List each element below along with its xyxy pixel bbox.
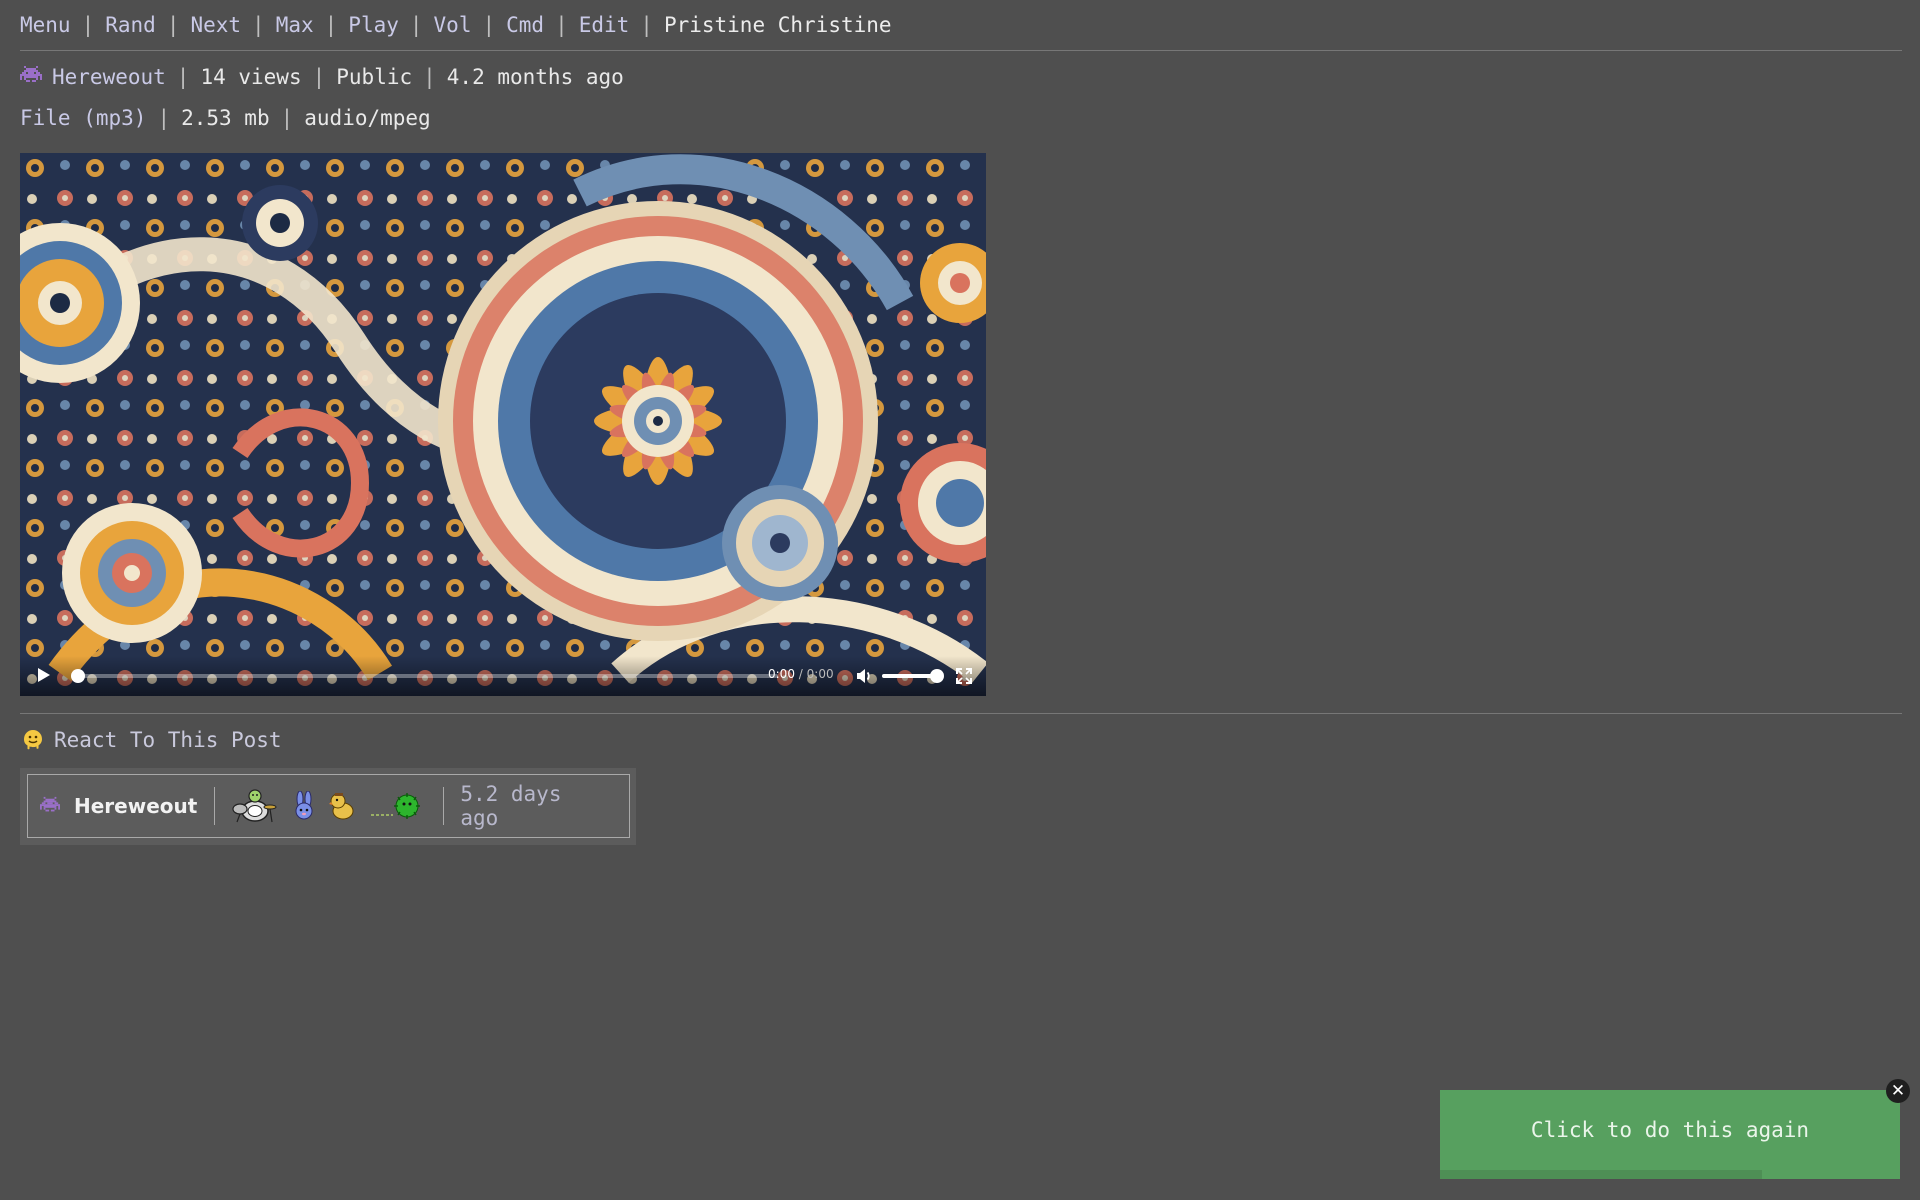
cover-art-image bbox=[20, 153, 986, 696]
alien-monster-icon bbox=[20, 66, 42, 82]
melting-face-icon bbox=[24, 730, 42, 750]
top-nav: Menu | Rand | Next | Max | Play | Vol | Cmd | Edit | Pri… bbox=[20, 13, 892, 37]
duck-sticker-icon[interactable] bbox=[329, 791, 355, 821]
reaction-username: Hereweout bbox=[74, 794, 198, 818]
nav-vol-link[interactable]: Vol bbox=[434, 13, 472, 37]
drum-kit-sticker-icon[interactable] bbox=[231, 789, 279, 823]
seek-thumb[interactable] bbox=[71, 669, 85, 683]
file-info: File (mp3) | 2.53 mb | audio/mpeg bbox=[20, 106, 431, 130]
nav-edit-link[interactable]: Edit bbox=[579, 13, 630, 37]
nav-menu-link[interactable]: Menu bbox=[20, 13, 71, 37]
react-to-post-link[interactable]: React To This Post bbox=[22, 725, 282, 755]
toast-message: Click to do this again bbox=[1530, 1118, 1810, 1142]
file-mime: audio/mpeg bbox=[304, 106, 431, 130]
current-time: 0:00 bbox=[768, 667, 795, 681]
page-title: Pristine Christine bbox=[663, 13, 892, 37]
fullscreen-icon[interactable] bbox=[954, 666, 974, 686]
divider bbox=[20, 713, 1902, 714]
visibility-label: Public bbox=[336, 65, 413, 89]
repeat-action-toast[interactable]: Click to do this again bbox=[1440, 1090, 1900, 1179]
nav-rand-link[interactable]: Rand bbox=[105, 13, 156, 37]
play-icon[interactable] bbox=[38, 668, 50, 682]
nav-max-link[interactable]: Max bbox=[276, 13, 314, 37]
file-size: 2.53 mb bbox=[181, 106, 270, 130]
green-bug-sticker-icon[interactable] bbox=[369, 791, 425, 821]
nav-cmd-link[interactable]: Cmd bbox=[506, 13, 544, 37]
view-count: 14 views bbox=[200, 65, 302, 89]
blue-bunny-sticker-icon[interactable] bbox=[293, 791, 315, 821]
close-icon[interactable]: ✕ bbox=[1886, 1079, 1910, 1103]
reactions-list: Hereweout 5.2 days ago bbox=[20, 768, 636, 845]
reaction-time: 5.2 days ago bbox=[460, 782, 562, 830]
duration: 0:00 bbox=[806, 667, 834, 681]
react-label: React To This Post bbox=[54, 728, 282, 752]
volume-icon[interactable] bbox=[854, 666, 874, 686]
post-age: 4.2 months ago bbox=[446, 65, 624, 89]
volume-slider[interactable] bbox=[882, 669, 944, 683]
divider bbox=[20, 50, 1902, 51]
media-player[interactable]: 0:00 / 0:00 bbox=[20, 153, 986, 696]
post-meta: Hereweout | 14 views | Public | 4.2 months ago bbox=[20, 62, 624, 92]
nav-next-link[interactable]: Next bbox=[190, 13, 241, 37]
player-controls: 0:00 / 0:00 bbox=[20, 656, 986, 696]
nav-play-link[interactable]: Play bbox=[348, 13, 399, 37]
page: Menu | Rand | Next | Max | Play | Vol | Cmd | Edit | Pri… bbox=[0, 0, 1920, 1200]
reaction-emojis bbox=[215, 775, 443, 837]
toast-progress-bar bbox=[1440, 1170, 1762, 1179]
alien-monster-icon bbox=[40, 796, 60, 812]
post-author-link[interactable]: Hereweout bbox=[52, 65, 166, 89]
seek-bar[interactable] bbox=[71, 669, 778, 683]
reaction-entry: Hereweout 5.2 days ago bbox=[27, 774, 630, 838]
reaction-user[interactable]: Hereweout bbox=[28, 775, 214, 837]
file-link[interactable]: File (mp3) bbox=[20, 106, 146, 130]
volume-thumb[interactable] bbox=[930, 669, 944, 683]
time-display: 0:00 / 0:00 bbox=[768, 667, 834, 681]
